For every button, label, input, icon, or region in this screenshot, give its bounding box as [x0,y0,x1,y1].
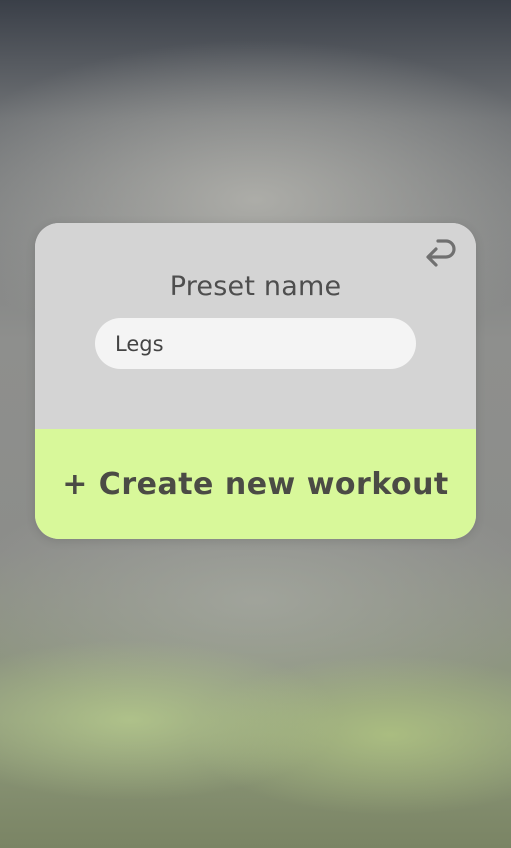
create-new-workout-label: + Create new workout [62,466,449,502]
preset-dialog: Preset name + Create new workout [35,223,476,539]
preset-name-input[interactable] [95,318,416,369]
back-button[interactable] [420,237,458,269]
dialog-header-area: Preset name [35,223,476,429]
preset-name-label: Preset name [169,271,342,302]
return-arrow-icon [426,239,456,267]
create-new-workout-button[interactable]: + Create new workout [35,429,476,539]
